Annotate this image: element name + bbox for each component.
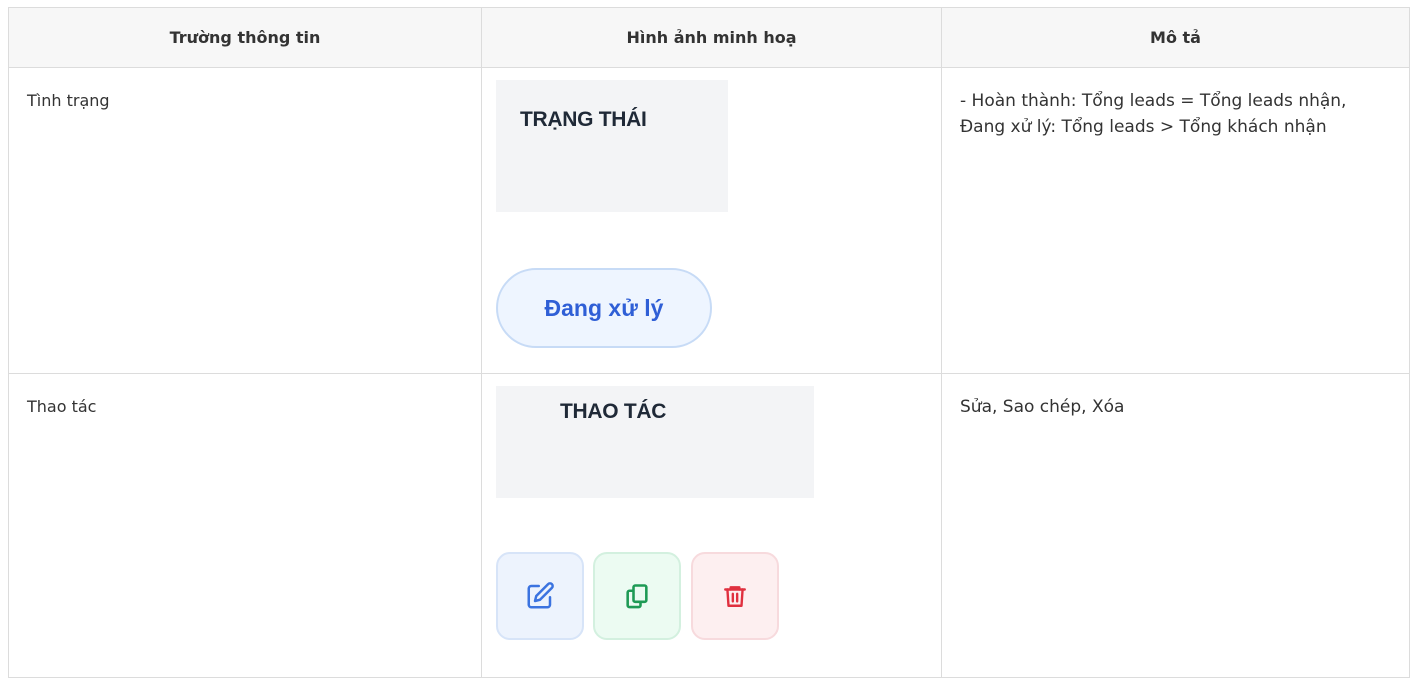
header-description: Mô tả	[941, 7, 1410, 68]
status-badge: Đang xử lý	[496, 268, 712, 348]
copy-icon	[626, 584, 648, 609]
status-badge-label: Đang xử lý	[544, 294, 664, 321]
actions-illustration: THAO TÁC	[482, 374, 941, 677]
trash-icon	[724, 586, 746, 607]
header-field: Trường thông tin	[8, 7, 482, 68]
actions-column-header-label: THAO TÁC	[560, 400, 667, 423]
delete-button[interactable]	[691, 552, 779, 640]
edit-button[interactable]	[496, 552, 584, 640]
clip-mask	[482, 534, 496, 664]
header-illustration: Hình ảnh minh hoạ	[481, 7, 942, 68]
field-cell: Thao tác	[8, 373, 482, 678]
illustration-cell: TRẠNG THÁI Đang xử lý	[481, 67, 942, 374]
description-text: Sửa, Sao chép, Xóa	[960, 397, 1125, 417]
field-label: Thao tác	[27, 397, 97, 416]
status-column-header-label: TRẠNG THÁI	[520, 108, 647, 131]
field-cell: Tình trạng	[8, 67, 482, 374]
field-label: Tình trạng	[27, 91, 110, 110]
info-table: Trường thông tin Hình ảnh minh hoạ Mô tả…	[8, 7, 1410, 678]
table-row: Tình trạng TRẠNG THÁI Đang xử lý - Hoàn …	[8, 67, 1410, 374]
illustration-cell: THAO TÁC	[481, 373, 942, 678]
table-header-row: Trường thông tin Hình ảnh minh hoạ Mô tả	[8, 7, 1410, 68]
actions-column-header: THAO TÁC	[496, 386, 814, 498]
copy-button[interactable]	[593, 552, 681, 640]
description-cell: Sửa, Sao chép, Xóa	[941, 373, 1410, 678]
status-column-header: TRẠNG THÁI	[496, 80, 728, 212]
status-illustration: TRẠNG THÁI Đang xử lý	[482, 68, 941, 373]
edit-icon	[527, 582, 554, 609]
description-text: - Hoàn thành: Tổng leads = Tổng leads nh…	[960, 91, 1347, 137]
table-row: Thao tác THAO TÁC Sửa, Sao chép, Xóa	[8, 373, 1410, 678]
description-cell: - Hoàn thành: Tổng leads = Tổng leads nh…	[941, 67, 1410, 374]
